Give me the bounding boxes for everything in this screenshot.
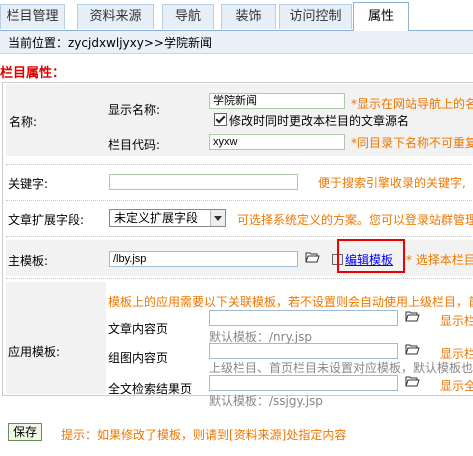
main-template-hint: * 选择本栏目 xyxy=(406,253,473,267)
display-name-label: 显示名称: xyxy=(108,103,161,117)
folder-browse-icon[interactable] xyxy=(405,310,420,322)
breadcrumb: 当前位置：zycjdxwljyxy>>学院新闻 xyxy=(8,36,212,50)
tab-navigation[interactable]: 导航 xyxy=(162,4,214,29)
search-page-input[interactable] xyxy=(209,375,398,391)
breadcrumb-bar: 当前位置：zycjdxwljyxy>>学院新闻 xyxy=(0,31,473,54)
tab-access-control[interactable]: 访问控制 xyxy=(279,4,352,29)
gallery-page-default: 上级栏目、首页栏目未设置对应模板，默认模板也 xyxy=(209,361,473,375)
app-template-label-bg xyxy=(6,282,106,394)
tab-data-source[interactable]: 资料来源 xyxy=(77,4,154,29)
code-hint: *同目录下名称不可重复 xyxy=(351,136,473,150)
footer-tip: 提示：如果修改了模板，则请到[资料来源]处指定内容 xyxy=(61,428,347,442)
tab-bar: 栏目管理 资料来源 导航 装饰 访问控制 属性 xyxy=(0,0,473,31)
column-code-input[interactable] xyxy=(209,134,345,150)
highlight-box xyxy=(337,239,405,273)
main-template-label: 主模板: xyxy=(8,254,49,268)
search-page-default: 默认模板：/ssjgy.jsp xyxy=(209,394,323,408)
folder-browse-icon[interactable] xyxy=(405,343,420,355)
divider xyxy=(6,200,473,201)
search-page-hint: 显示全 xyxy=(440,379,473,393)
divider xyxy=(6,236,473,237)
keywords-label: 关键字: xyxy=(8,177,49,191)
sync-name-label: 修改时同时更改本栏目的文章源名 xyxy=(229,114,410,128)
name-label: 名称: xyxy=(9,115,38,129)
gallery-page-input[interactable] xyxy=(209,343,398,359)
keywords-hint: 便于搜索引擎收录的关键字, xyxy=(318,176,466,190)
article-page-input[interactable] xyxy=(209,310,398,326)
code-label: 栏目代码: xyxy=(108,138,161,152)
article-page-hint: 显示栏 xyxy=(440,314,473,328)
app-template-label: 应用模板: xyxy=(8,345,61,359)
ext-fields-selected: 未定义扩展字段 xyxy=(114,211,199,225)
search-page-label: 全文检索结果页 xyxy=(108,382,193,396)
tab-decoration[interactable]: 装饰 xyxy=(221,4,276,29)
gallery-page-label: 组图内容页 xyxy=(108,351,169,365)
save-button[interactable]: 保存 xyxy=(8,423,43,441)
folder-browse-icon[interactable] xyxy=(405,375,420,387)
main-template-input[interactable] xyxy=(109,251,298,267)
app-template-note: 模板上的应用需要以下关联模板，若不设置则会自动使用上级栏目，首 xyxy=(108,295,473,309)
section-title: 栏目属性： xyxy=(0,66,66,81)
ext-fields-hint: 可选择系统定义的方案。您可以登录站群管理 xyxy=(237,213,473,227)
ext-fields-label: 文章扩展字段: xyxy=(8,213,85,227)
article-page-label: 文章内容页 xyxy=(108,322,169,336)
divider xyxy=(6,278,473,279)
divider xyxy=(6,164,473,165)
display-name-hint: *显示在网站导航上的名称 xyxy=(351,97,473,111)
chevron-down-icon xyxy=(210,210,225,226)
sync-name-checkbox[interactable] xyxy=(214,113,227,126)
display-name-input[interactable] xyxy=(209,93,345,109)
tab-column-management[interactable]: 栏目管理 xyxy=(0,4,65,29)
ext-fields-select[interactable]: 未定义扩展字段 xyxy=(109,209,226,227)
folder-browse-icon[interactable] xyxy=(305,251,320,263)
keywords-input[interactable] xyxy=(109,174,298,190)
tab-properties[interactable]: 属性 xyxy=(353,2,409,31)
